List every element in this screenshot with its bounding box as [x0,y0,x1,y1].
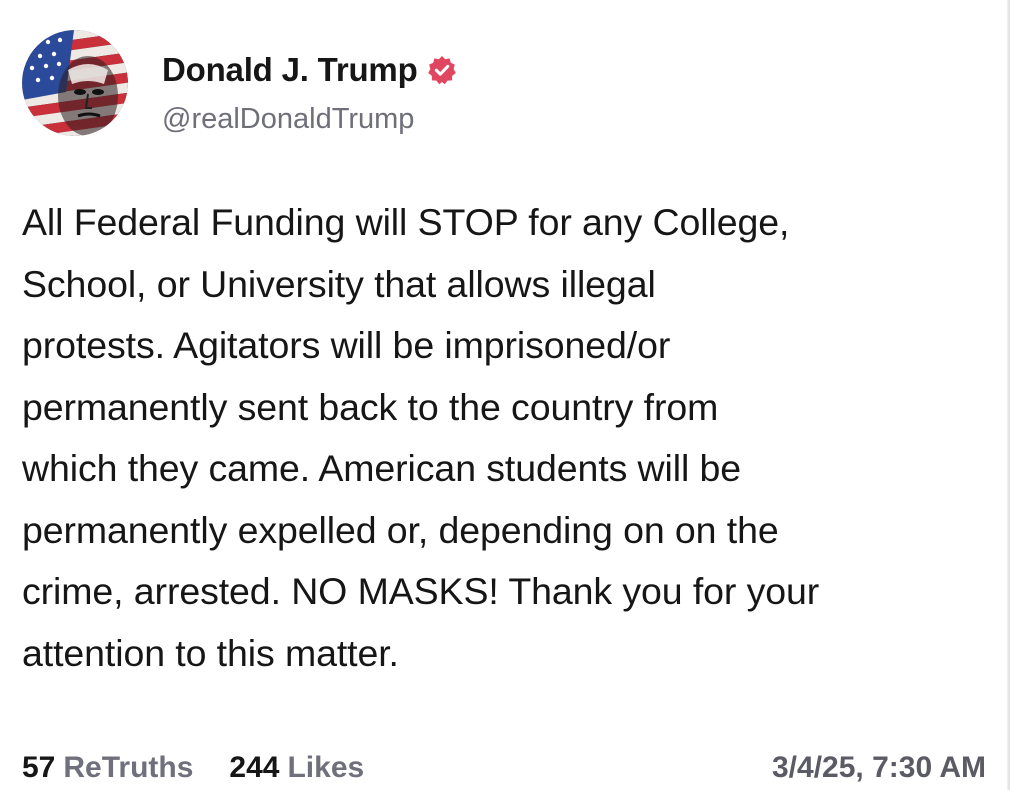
post-footer: 57 ReTruths 244 Likes 3/4/25, 7:30 AM [22,748,986,788]
verified-badge-icon [427,55,457,85]
retruths-count: 57 [22,751,56,784]
likes-label: Likes [287,751,365,784]
post-header: Donald J. Trump @realDonaldTrump [22,30,982,140]
author-handle[interactable]: @realDonaldTrump [162,103,414,136]
retruths-stat[interactable]: 57 ReTruths [22,751,193,785]
likes-count: 244 [229,751,280,784]
author-name-row: Donald J. Trump [162,50,457,90]
truth-social-post-card: Donald J. Trump @realDonaldTrump All Fed… [0,0,1010,790]
author-display-name[interactable]: Donald J. Trump [162,51,418,89]
retruths-label: ReTruths [63,751,194,784]
post-body-text: All Federal Funding will STOP for any Co… [22,201,820,674]
likes-stat[interactable]: 244 Likes [229,751,364,785]
author-avatar[interactable] [22,30,128,136]
avatar-flag-portrait-icon [22,30,128,136]
post-timestamp[interactable]: 3/4/25, 7:30 AM [772,751,986,785]
